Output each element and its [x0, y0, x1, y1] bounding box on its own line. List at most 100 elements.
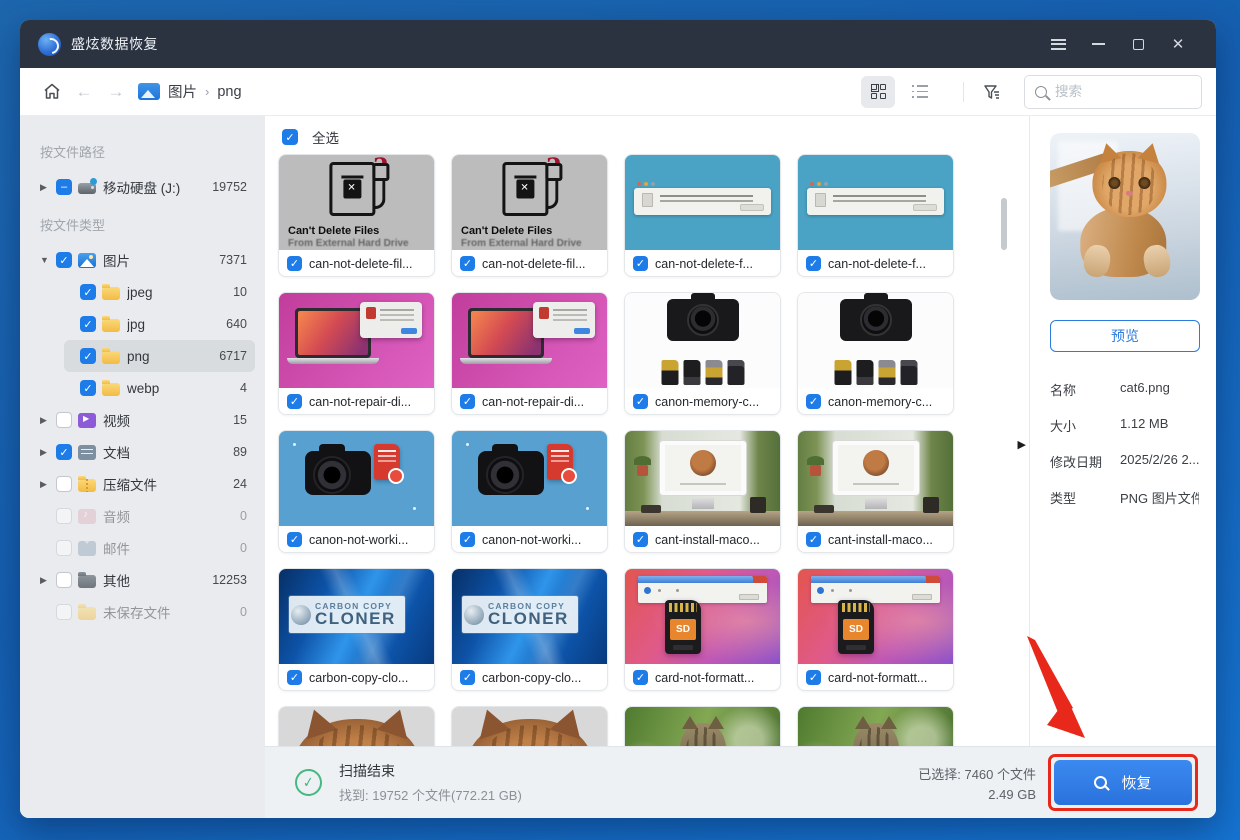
checkbox[interactable]: ✓	[80, 284, 96, 300]
file-card[interactable]: CARBON COPYCLONER✓carbon-copy-clo...	[451, 568, 608, 691]
file-card[interactable]: ✓	[624, 706, 781, 746]
file-card[interactable]: ✓	[278, 706, 435, 746]
checkbox[interactable]	[56, 508, 72, 524]
file-name: card-not-formatt...	[828, 671, 927, 685]
file-card[interactable]: ✓canon-memory-c...	[624, 292, 781, 415]
sidebar-item-其他[interactable]: ▶其他12253	[40, 564, 255, 596]
file-card[interactable]: SD✓card-not-formatt...	[797, 568, 954, 691]
checkbox[interactable]	[56, 604, 72, 620]
file-checkbox[interactable]: ✓	[806, 670, 821, 685]
file-card[interactable]: ✓canon-not-worki...	[278, 430, 435, 553]
file-card[interactable]: ✓canon-not-worki...	[451, 430, 608, 553]
file-checkbox[interactable]: ✓	[806, 256, 821, 271]
file-checkbox[interactable]: ✓	[287, 532, 302, 547]
expander-icon[interactable]: ▶	[40, 182, 56, 193]
vertical-scrollbar[interactable]	[1001, 198, 1007, 250]
file-card[interactable]: ✓canon-memory-c...	[797, 292, 954, 415]
file-thumbnail	[798, 155, 953, 250]
minimize-button[interactable]	[1078, 29, 1118, 59]
forward-button[interactable]	[100, 76, 132, 108]
checkbox[interactable]	[56, 476, 72, 492]
file-card[interactable]: ✓can-not-repair-di...	[278, 292, 435, 415]
file-checkbox[interactable]: ✓	[460, 256, 475, 271]
file-card[interactable]: ✓	[797, 706, 954, 746]
expander-icon[interactable]: ▶	[40, 479, 56, 490]
detail-label: 类型	[1050, 488, 1120, 507]
panel-collapse-handle[interactable]: ▶	[1018, 438, 1026, 451]
grid-view-button[interactable]	[861, 76, 895, 108]
expander-icon[interactable]: ▶	[40, 447, 56, 458]
file-card[interactable]: ?Can't Delete FilesFrom External Hard Dr…	[278, 154, 435, 277]
file-thumbnail	[452, 293, 607, 388]
file-checkbox[interactable]: ✓	[806, 394, 821, 409]
sidebar-item-视频[interactable]: ▶视频15	[40, 404, 255, 436]
file-card[interactable]: CARBON COPYCLONER✓carbon-copy-clo...	[278, 568, 435, 691]
file-checkbox[interactable]: ✓	[460, 670, 475, 685]
file-card[interactable]: ?Can't Delete FilesFrom External Hard Dr…	[451, 154, 608, 277]
minimize-icon	[1092, 43, 1105, 45]
file-checkbox[interactable]: ✓	[633, 670, 648, 685]
back-button[interactable]	[68, 76, 100, 108]
preview-button[interactable]: 预览	[1050, 320, 1200, 352]
detail-row: 修改日期2025/2/26 2...	[1050, 452, 1199, 471]
file-card[interactable]: ✓cant-install-maco...	[624, 430, 781, 553]
sidebar-item-未保存文件[interactable]: 未保存文件0	[40, 596, 255, 628]
close-button[interactable]: ✕	[1158, 29, 1198, 59]
file-checkbox[interactable]: ✓	[633, 394, 648, 409]
maximize-button[interactable]	[1118, 29, 1158, 59]
file-checkbox[interactable]: ✓	[287, 394, 302, 409]
file-checkbox[interactable]: ✓	[287, 670, 302, 685]
expander-icon[interactable]: ▼	[40, 255, 56, 265]
file-card[interactable]: ✓ can-not-repair-di...	[451, 292, 608, 415]
checkbox[interactable]: ✓	[80, 348, 96, 364]
checkbox[interactable]: ✓	[80, 380, 96, 396]
file-checkbox[interactable]: ✓	[633, 256, 648, 271]
breadcrumb-folder[interactable]: 图片	[168, 81, 197, 102]
expander-icon[interactable]: ▶	[40, 575, 56, 586]
file-card[interactable]: ✓can-not-delete-f...	[797, 154, 954, 277]
sidebar-item-图片[interactable]: ▼✓图片7371	[40, 244, 255, 276]
file-checkbox[interactable]: ✓	[460, 394, 475, 409]
home-button[interactable]	[36, 76, 68, 108]
sidebar-item-音频[interactable]: 音频0	[40, 500, 255, 532]
search-input[interactable]	[1055, 84, 1165, 99]
sidebar-item-压缩文件[interactable]: ▶压缩文件24	[40, 468, 255, 500]
list-view-button[interactable]	[903, 76, 937, 108]
file-name: can-not-repair-di...	[482, 395, 584, 409]
file-thumbnail	[279, 707, 434, 746]
sidebar-item-文档[interactable]: ▶✓文档89	[40, 436, 255, 468]
checkbox[interactable]: ✓	[56, 444, 72, 460]
sidebar-item-邮件[interactable]: 邮件0	[40, 532, 255, 564]
select-all-checkbox[interactable]: ✓	[282, 129, 298, 145]
file-checkbox[interactable]: ✓	[806, 532, 821, 547]
sidebar-item-移动硬盘 (J:)[interactable]: ▶–移动硬盘 (J:)19752	[40, 171, 255, 203]
thumb-caption-2: From External Hard Drive	[461, 238, 582, 249]
sidebar-item-label: 文档	[103, 442, 225, 462]
file-card-label-row: ✓cant-install-maco...	[798, 526, 953, 553]
checkbox[interactable]	[56, 572, 72, 588]
menu-button[interactable]	[1038, 29, 1078, 59]
checkbox[interactable]: ✓	[56, 252, 72, 268]
file-checkbox[interactable]: ✓	[287, 256, 302, 271]
checkbox[interactable]: ✓	[80, 316, 96, 332]
sidebar-item-jpg[interactable]: ✓jpg640	[64, 308, 255, 340]
sidebar-item-jpeg[interactable]: ✓jpeg10	[64, 276, 255, 308]
file-checkbox[interactable]: ✓	[633, 532, 648, 547]
checkbox[interactable]	[56, 412, 72, 428]
file-card[interactable]: ✓	[451, 706, 608, 746]
file-checkbox[interactable]: ✓	[460, 532, 475, 547]
file-card[interactable]: ✓cant-install-maco...	[797, 430, 954, 553]
sidebar-item-count: 7371	[219, 253, 247, 267]
sidebar-item-png[interactable]: ✓png6717	[64, 340, 255, 372]
breadcrumb-current[interactable]: png	[217, 84, 241, 100]
expander-icon[interactable]: ▶	[40, 415, 56, 426]
file-card[interactable]: ✓can-not-delete-f...	[624, 154, 781, 277]
sidebar-item-webp[interactable]: ✓webp4	[64, 372, 255, 404]
filter-button[interactable]	[976, 76, 1008, 108]
checkbox[interactable]	[56, 540, 72, 556]
checkbox[interactable]: –	[56, 179, 72, 195]
recover-magnifier-icon	[1094, 776, 1107, 789]
other-icon	[78, 575, 96, 588]
file-card[interactable]: SD✓card-not-formatt...	[624, 568, 781, 691]
recover-button[interactable]: 恢复	[1054, 760, 1192, 805]
